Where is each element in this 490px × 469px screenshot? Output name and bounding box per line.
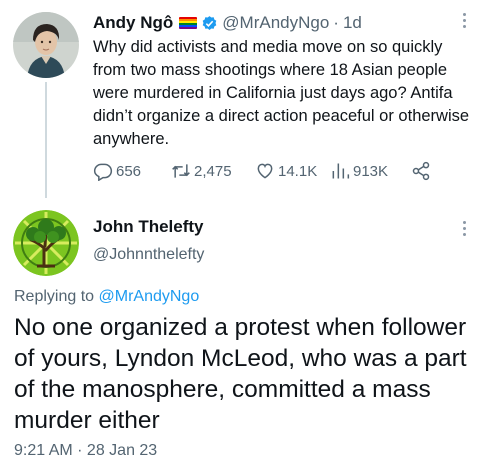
- separator-dot: ·: [333, 13, 339, 32]
- action-bar: 656 2,475 14.1K 913K: [93, 160, 453, 182]
- rainbow-flag-icon: [179, 17, 198, 29]
- retweet-button[interactable]: 2,475: [171, 160, 232, 182]
- tweet-text: Why did activists and media move on so q…: [93, 38, 470, 148]
- reply-timestamp[interactable]: 9:21 AM · 28 Jan 23: [14, 440, 157, 462]
- avatar-john[interactable]: [13, 210, 79, 276]
- more-icon[interactable]: [463, 221, 467, 237]
- author-name[interactable]: Andy Ngô: [93, 12, 173, 34]
- share-button[interactable]: [411, 160, 434, 182]
- retweet-count: 2,475: [194, 162, 232, 180]
- reply-author-handle[interactable]: @Johnnthelefty: [93, 244, 204, 266]
- tweet-header: Andy Ngô @MrAndyNgo · 1d: [93, 12, 362, 34]
- views-icon: [332, 163, 350, 179]
- reply-count: 656: [116, 162, 142, 180]
- verified-badge-icon: [202, 15, 217, 30]
- replying-prefix: Replying to: [14, 288, 95, 305]
- avatar-andy[interactable]: [13, 12, 79, 78]
- author-handle[interactable]: @MrAndyNgo: [222, 12, 329, 34]
- like-button[interactable]: 14.1K: [255, 160, 317, 182]
- replying-to-link[interactable]: @MrAndyNgo: [99, 288, 200, 305]
- reply-text: No one organized a protest when follower…: [14, 314, 467, 434]
- original-tweet[interactable]: Andy Ngô @MrAndyNgo · 1d Why did activis…: [0, 0, 490, 200]
- more-icon[interactable]: [463, 13, 467, 29]
- thread-connector: [45, 82, 47, 198]
- like-icon: [257, 163, 273, 179]
- tweet-time[interactable]: 1d: [343, 12, 362, 34]
- views-button[interactable]: 913K: [330, 160, 388, 182]
- share-icon: [412, 161, 430, 181]
- retweet-icon: [172, 164, 190, 178]
- reply-button[interactable]: 656: [93, 160, 141, 182]
- views-count: 913K: [353, 162, 389, 180]
- like-count: 14.1K: [278, 162, 318, 180]
- replying-to: Replying to @MrAndyNgo: [14, 286, 199, 308]
- reply-author-name[interactable]: John Thelefty: [93, 216, 204, 238]
- reply-icon: [93, 163, 113, 181]
